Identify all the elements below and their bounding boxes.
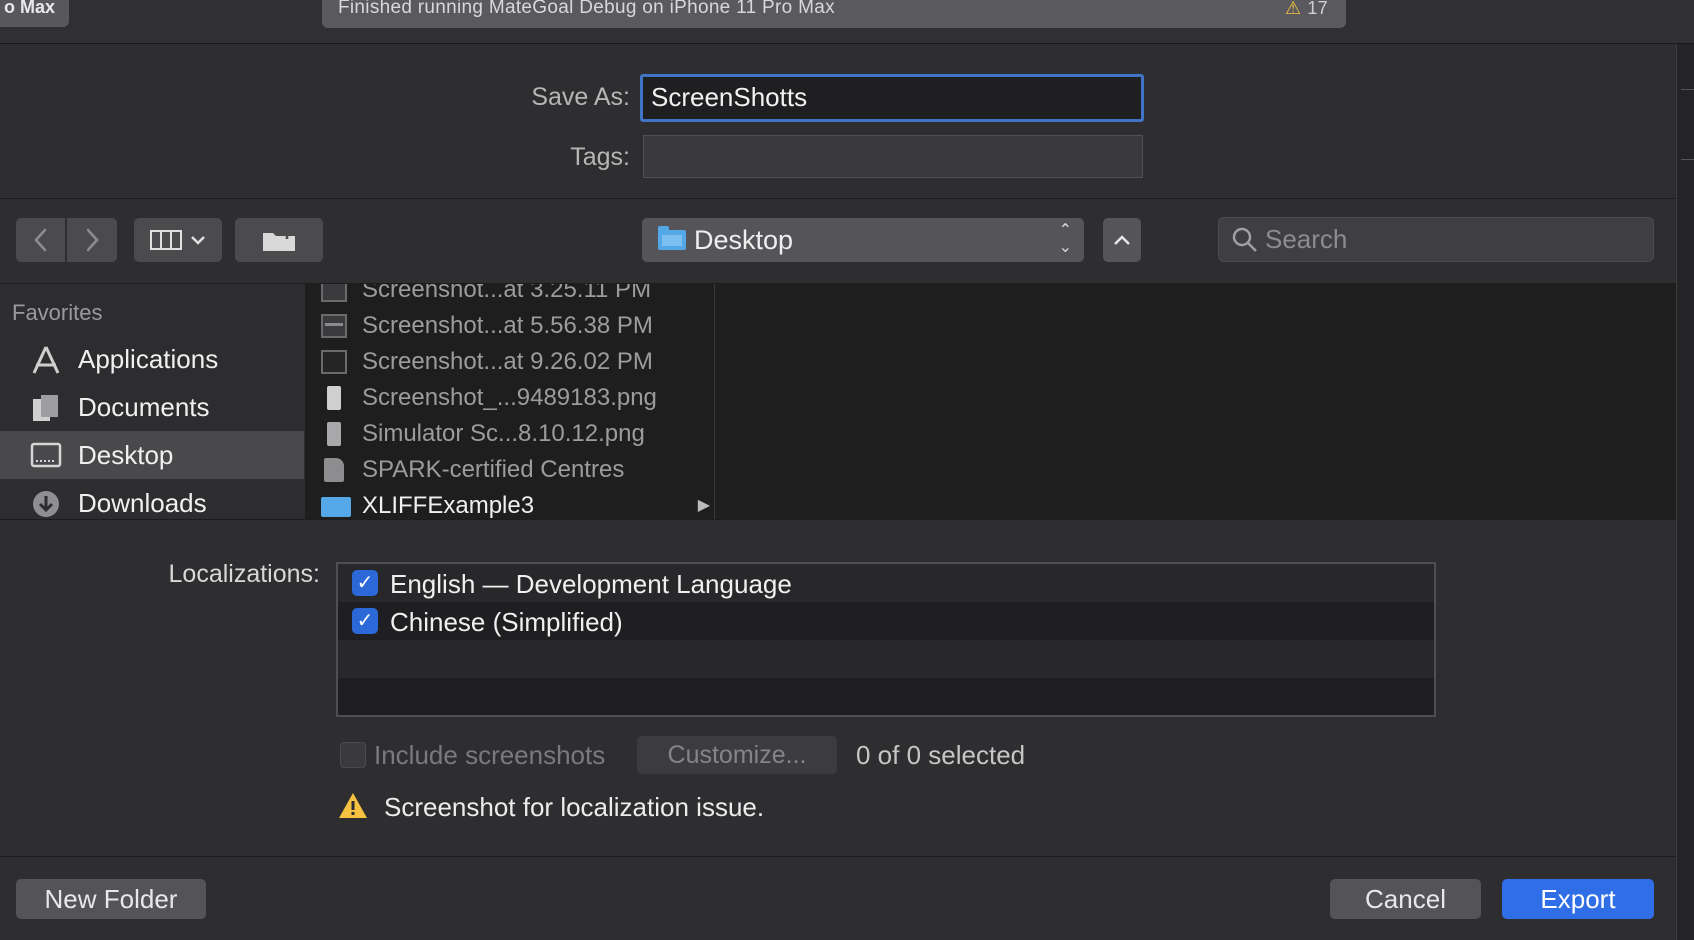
location-popup[interactable]: Desktop ⌃ ⌄ [642,218,1084,262]
forward-button[interactable] [67,218,117,262]
list-item[interactable]: Simulator Sc...8.10.12.png [305,416,714,452]
customize-button[interactable]: Customize... [637,736,837,774]
localization-checkbox[interactable]: ✓ [352,570,378,596]
file-name: Screenshot...at 9.26.02 PM [362,348,653,375]
up-down-arrows-icon: ⌃ ⌄ [1058,222,1072,256]
search-icon [1232,227,1257,252]
cancel-button[interactable]: Cancel [1330,879,1481,919]
search-placeholder: Search [1265,224,1348,254]
sidebar-item-downloads[interactable]: Downloads [0,479,304,519]
file-name: Screenshot...at 3.25.11 PM [362,284,652,303]
sidebar-item-documents[interactable]: Documents [0,383,304,431]
view-mode-button[interactable] [134,218,222,262]
chevron-up-icon [1114,235,1130,245]
favorites-heading: Favorites [12,300,103,325]
divider [0,856,1676,857]
folder-icon [658,226,686,250]
sidebar-item-desktop[interactable]: Desktop [0,431,304,479]
file-name: Simulator Sc...8.10.12.png [362,420,645,447]
scheme-selector[interactable]: o Max [0,0,69,27]
back-button[interactable] [16,218,65,262]
new-folder-icon [263,229,295,251]
chevron-right-icon [86,228,99,252]
empty-row [338,640,1434,678]
tags-label: Tags: [570,143,630,171]
chevron-left-icon [33,228,46,252]
applications-icon [32,346,60,374]
sidebar: Favorites Applications Documents Desktop… [0,284,304,519]
divider [0,519,1676,520]
list-item[interactable]: XLIFFExample3 ▶ [305,488,714,519]
downloads-icon [33,491,59,517]
new-folder-button[interactable]: New Folder [16,879,206,919]
localization-checkbox[interactable]: ✓ [352,608,378,634]
warning-icon: ⚠ [1284,0,1302,18]
file-name: XLIFFExample3 [362,492,535,519]
file-name: SPARK-certified Centres [362,456,625,483]
folder-icon [321,497,351,517]
chevron-down-icon [191,236,205,245]
file-column: Screenshot...at 3.25.11 PM Screenshot...… [305,284,715,519]
document-file-icon [324,458,344,482]
empty-row [338,678,1434,716]
desktop-icon [30,442,62,468]
activity-status-bar: Finished running MateGoal Debug on iPhon… [322,0,1346,28]
image-file-icon [321,314,347,338]
file-name: Screenshot_...9489183.png [362,384,657,411]
disclosure-arrow-icon: ▶ [697,497,710,514]
localization-row[interactable]: ✓ Chinese (Simplified) [338,602,1434,640]
activity-status-text: Finished running MateGoal Debug on iPhon… [338,0,835,18]
image-file-icon [321,284,347,302]
list-item[interactable]: SPARK-certified Centres [305,452,714,488]
include-screenshots-checkbox[interactable] [340,742,366,768]
localization-label: Chinese (Simplified) [390,607,623,637]
divider [0,198,1676,199]
columns-view-icon [150,230,182,250]
localizations-list: ✓ English — Development Language ✓ Chine… [336,562,1436,717]
warning-message: Screenshot for localization issue. [384,792,765,822]
selected-count: 0 of 0 selected [856,740,1026,770]
list-item[interactable]: Screenshot_...9489183.png [305,380,714,416]
warning-icon [339,793,367,818]
file-name: Screenshot...at 5.56.38 PM [362,312,653,339]
localization-label: English — Development Language [390,569,792,599]
phone-image-icon [327,386,341,410]
tags-input[interactable] [643,135,1143,178]
warning-indicator[interactable]: ⚠ 17 [1285,0,1328,26]
sidebar-item-applications[interactable]: Applications [0,335,304,383]
new-folder-toolbar-button[interactable] [235,218,323,262]
sidebar-item-label: Desktop [78,440,174,470]
localization-row[interactable]: ✓ English — Development Language [338,564,1434,602]
list-item[interactable]: Screenshot...at 5.56.38 PM [305,308,714,344]
warning-count: 17 [1307,0,1328,18]
window-edge [1676,44,1694,940]
search-field[interactable]: Search [1218,217,1654,262]
documents-icon [33,395,58,421]
expand-collapse-button[interactable] [1103,218,1141,262]
sidebar-item-label: Documents [78,392,210,422]
image-file-icon [321,350,347,374]
location-label: Desktop [694,225,794,255]
localizations-label: Localizations: [168,560,320,588]
export-button[interactable]: Export [1502,879,1654,919]
list-item[interactable]: Screenshot...at 3.25.11 PM [305,284,714,308]
list-item[interactable]: Screenshot...at 9.26.02 PM [305,344,714,380]
include-screenshots-label: Include screenshots [374,740,606,770]
save-as-input[interactable]: ScreenShotts [640,74,1144,122]
empty-column [715,284,1676,519]
sidebar-item-label: Applications [78,344,219,374]
phone-image-icon [327,422,341,446]
sidebar-item-label: Downloads [78,488,207,518]
save-as-label: Save As: [531,83,630,111]
